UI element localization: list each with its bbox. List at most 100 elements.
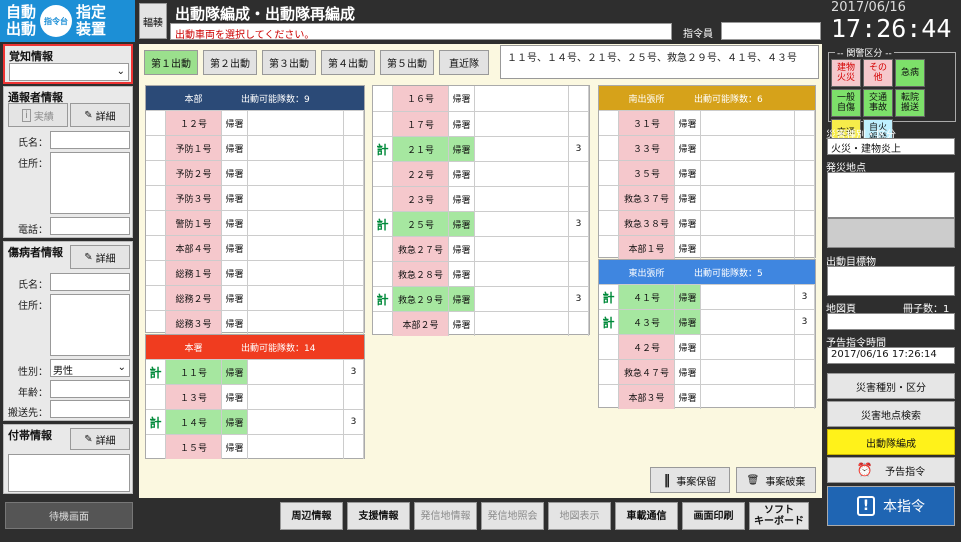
unit-name[interactable]: 救急２８号 xyxy=(393,262,449,286)
shobyo-addr-field[interactable] xyxy=(50,294,130,356)
unit-row[interactable]: ４２号 帰署 xyxy=(599,334,815,359)
unit-row[interactable]: 計 １１号 帰署 3 xyxy=(146,359,364,384)
unit-row[interactable]: ２２号 帰署 xyxy=(373,161,589,186)
hensei-button[interactable]: 出動隊編成 xyxy=(827,429,955,455)
shobyo-name-field[interactable] xyxy=(50,273,130,291)
unit-name[interactable]: ４２号 xyxy=(619,335,675,359)
hanso-field[interactable] xyxy=(50,400,130,418)
category-2[interactable]: 急病 xyxy=(895,59,925,87)
taiki-button[interactable]: 待機画面 xyxy=(5,502,133,529)
jisseki-button[interactable]: i 実績 xyxy=(8,103,68,127)
unit-name[interactable]: １７号 xyxy=(393,112,449,136)
futai-detail-button[interactable]: ✎ 詳細 xyxy=(70,428,130,450)
unit-name[interactable]: 予防１号 xyxy=(166,136,222,160)
unit-row[interactable]: 警防１号 帰署 xyxy=(146,210,364,235)
honshirei-button[interactable]: ! 本指令 xyxy=(827,486,955,526)
kakuchi-select[interactable]: ⌄ xyxy=(9,63,129,81)
tab-dispatch-4[interactable]: 第４出動 xyxy=(321,50,375,75)
search-location-button[interactable]: 災害地点検索 xyxy=(827,401,955,427)
unit-name[interactable]: ２１号 xyxy=(393,137,449,161)
unit-name[interactable]: 救急４７号 xyxy=(619,360,675,384)
unit-row[interactable]: １２号 帰署 xyxy=(146,110,364,135)
shireiin-field[interactable] xyxy=(721,22,821,40)
unit-row[interactable]: 計 １４号 帰署 3 xyxy=(146,409,364,434)
unit-name[interactable]: 警防１号 xyxy=(166,211,222,235)
unit-name[interactable]: ２３号 xyxy=(393,187,449,211)
unit-row[interactable]: 計 ２５号 帰署 3 xyxy=(373,211,589,236)
category-0[interactable]: 建物 火災 xyxy=(831,59,861,87)
unit-row[interactable]: 救急３８号 帰署 xyxy=(599,210,815,235)
toolbar-button-7[interactable]: ソフト キーボード xyxy=(749,502,809,530)
tsuho-name-field[interactable] xyxy=(50,131,130,149)
unit-row[interactable]: １６号 帰署 xyxy=(373,86,589,111)
unit-row[interactable]: 救急２８号 帰署 xyxy=(373,261,589,286)
hassai-field[interactable] xyxy=(827,172,955,218)
unit-row[interactable]: 予防１号 帰署 xyxy=(146,135,364,160)
unit-name[interactable]: １６号 xyxy=(393,86,449,111)
unit-name[interactable]: 救急３７号 xyxy=(619,186,675,210)
sex-select[interactable]: 男性 ⌄ xyxy=(50,359,130,377)
unit-name[interactable]: １３号 xyxy=(166,385,222,409)
unit-row[interactable]: 予防２号 帰署 xyxy=(146,160,364,185)
chizu-field[interactable] xyxy=(827,313,955,330)
unit-row[interactable]: １３号 帰署 xyxy=(146,384,364,409)
unit-row[interactable]: ３５号 帰署 xyxy=(599,160,815,185)
unit-row[interactable]: 計 ４３号 帰署 3 xyxy=(599,309,815,334)
unit-row[interactable]: ３３号 帰署 xyxy=(599,135,815,160)
unit-name[interactable]: １５号 xyxy=(166,435,222,459)
tab-dispatch-6[interactable]: 直近隊 xyxy=(439,50,489,75)
unit-name[interactable]: 救急３８号 xyxy=(619,211,675,235)
hold-button[interactable]: ‖ 事案保留 xyxy=(650,467,730,493)
unit-row[interactable]: 救急２７号 帰署 xyxy=(373,236,589,261)
unit-name[interactable]: 総務３号 xyxy=(166,311,222,335)
shobyo-detail-button[interactable]: ✎ 詳細 xyxy=(70,245,130,269)
toolbar-button-4[interactable]: 地図表示 xyxy=(548,502,611,530)
tab-dispatch-2[interactable]: 第２出動 xyxy=(203,50,257,75)
unit-name[interactable]: １１号 xyxy=(166,360,222,384)
unit-name[interactable]: １４号 xyxy=(166,410,222,434)
unit-row[interactable]: 計 ４１号 帰署 3 xyxy=(599,284,815,309)
toolbar-button-5[interactable]: 車載通信 xyxy=(615,502,678,530)
unit-name[interactable]: 本部１号 xyxy=(619,236,675,260)
unit-row[interactable]: 総務１号 帰署 xyxy=(146,260,364,285)
tsuho-addr-field[interactable] xyxy=(50,152,130,214)
unit-row[interactable]: 本部４号 帰署 xyxy=(146,235,364,260)
unit-row[interactable]: 計救急２９号 帰署 3 xyxy=(373,286,589,311)
futai-field[interactable] xyxy=(8,454,130,492)
category-4[interactable]: 交通 事故 xyxy=(863,89,893,117)
unit-name[interactable]: １２号 xyxy=(166,111,222,135)
unit-name[interactable]: ２２号 xyxy=(393,162,449,186)
tsuho-detail-button[interactable]: ✎ 詳細 xyxy=(70,103,130,127)
age-field[interactable] xyxy=(50,380,130,398)
tab-dispatch-1[interactable]: 第１出動 xyxy=(144,50,198,75)
unit-name[interactable]: 本部４号 xyxy=(166,236,222,260)
unit-name[interactable]: 本部３号 xyxy=(619,385,675,409)
tab-dispatch-5[interactable]: 第５出動 xyxy=(380,50,434,75)
unit-name[interactable]: ２５号 xyxy=(393,212,449,236)
unit-name[interactable]: ３３号 xyxy=(619,136,675,160)
unit-name[interactable]: ４３号 xyxy=(619,310,675,334)
unit-row[interactable]: ２３号 帰署 xyxy=(373,186,589,211)
unit-row[interactable]: ３１号 帰署 xyxy=(599,110,815,135)
toolbar-button-0[interactable]: 周辺情報 xyxy=(280,502,343,530)
category-1[interactable]: その他 xyxy=(863,59,893,87)
unit-row[interactable]: 計 ２１号 帰署 3 xyxy=(373,136,589,161)
toolbar-button-3[interactable]: 発信地照会 xyxy=(481,502,544,530)
unit-row[interactable]: １７号 帰署 xyxy=(373,111,589,136)
yokoku-button[interactable]: ⏰ 予告指令 xyxy=(827,457,955,483)
tab-dispatch-3[interactable]: 第３出動 xyxy=(262,50,316,75)
kyokan-button[interactable]: 輻輳 xyxy=(139,3,167,39)
toolbar-button-2[interactable]: 発信地情報 xyxy=(414,502,477,530)
unit-name[interactable]: ３５号 xyxy=(619,161,675,185)
unit-row[interactable]: 本部３号 帰署 xyxy=(599,384,815,409)
unit-row[interactable]: 救急４７号 帰署 xyxy=(599,359,815,384)
saigai-button[interactable]: 災害種別・区分 xyxy=(827,373,955,399)
unit-row[interactable]: １５号 帰署 xyxy=(146,434,364,459)
unit-row[interactable]: 本部１号 帰署 xyxy=(599,235,815,260)
tsuho-tel-field[interactable] xyxy=(50,217,130,235)
unit-name[interactable]: 総務１号 xyxy=(166,261,222,285)
discard-button[interactable]: 🗑 事案破棄 xyxy=(736,467,816,493)
toolbar-button-6[interactable]: 画面印刷 xyxy=(682,502,745,530)
unit-row[interactable]: 総務３号 帰署 xyxy=(146,310,364,335)
unit-name[interactable]: 本部２号 xyxy=(393,312,449,336)
